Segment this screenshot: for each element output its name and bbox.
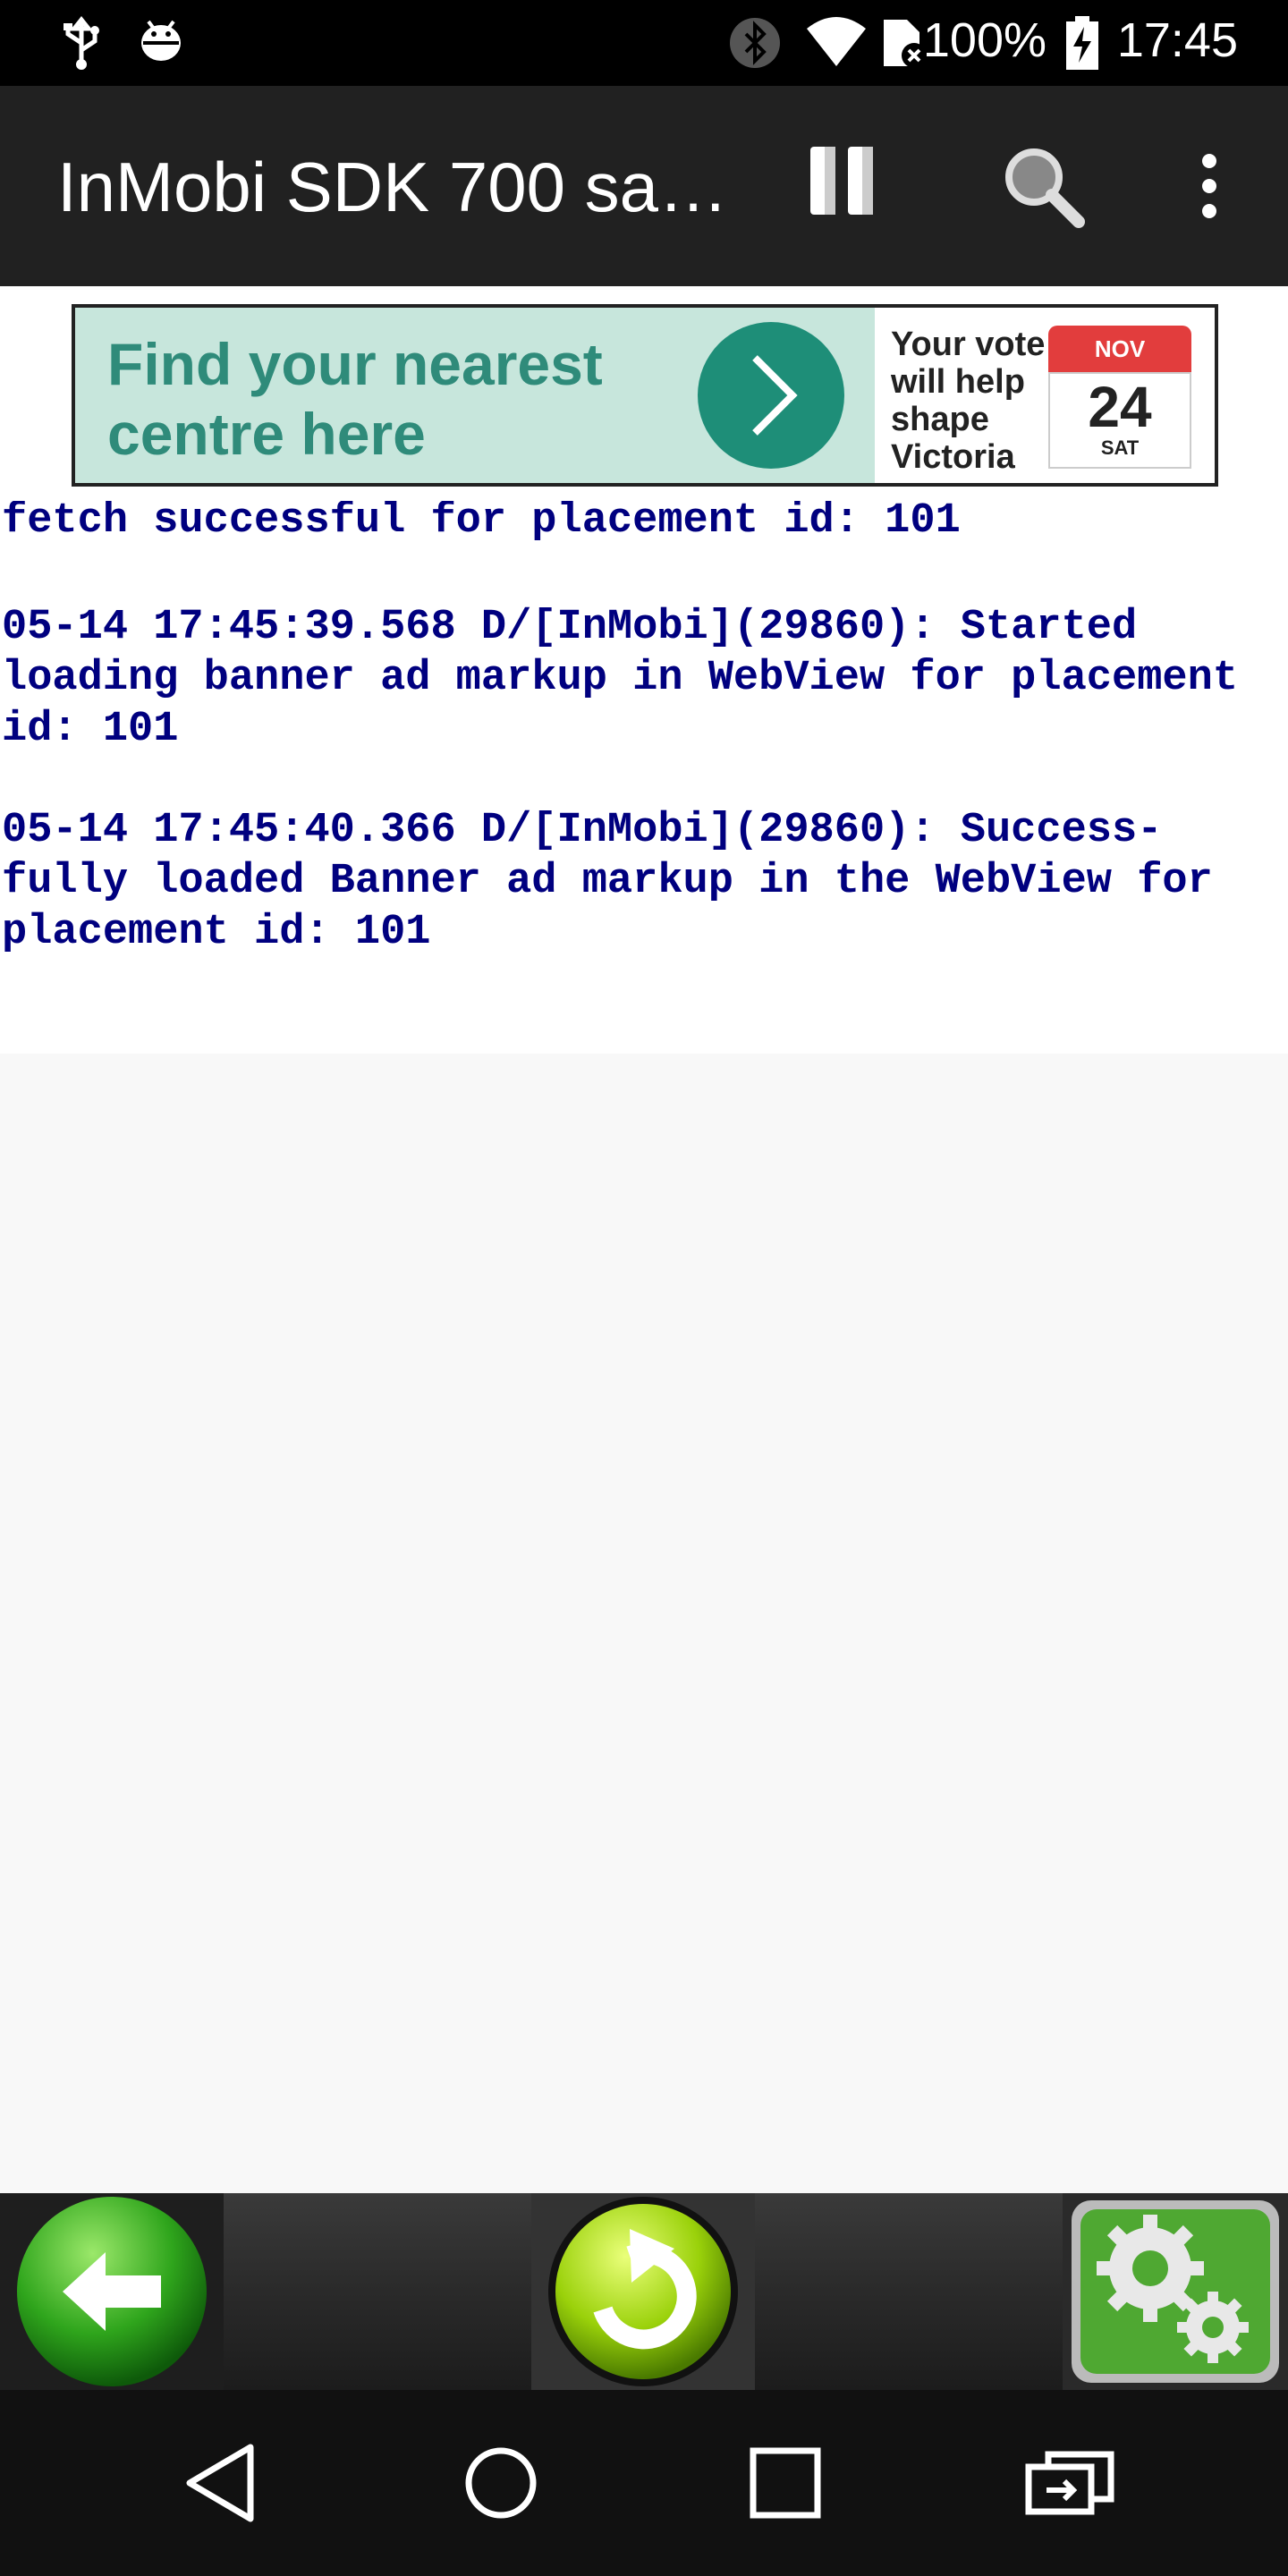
refresh-icon [548,2197,738,2386]
refresh-button[interactable] [531,2193,755,2390]
overflow-menu-icon[interactable] [1193,154,1225,223]
calendar-body: 24 SAT [1048,372,1191,469]
calendar-weekday: SAT [1100,436,1140,459]
ad-headline-line2: centre here [107,401,426,467]
app-title: InMobi SDK 700 sa… [57,148,729,226]
log-entry: 05-14 17:45:39.568 D/[InMobi](29860): St… [2,604,1239,753]
vote-line: will help [891,363,1025,401]
system-nav-bar [0,2390,1288,2576]
settings-gears-icon [1072,2200,1279,2383]
screen-rotate-icon[interactable] [1021,2440,1120,2530]
nav-back-icon[interactable] [179,2440,265,2530]
log-entry: fetch successful for placement id: 101 [2,501,961,545]
battery-percentage: 100% [922,13,1046,67]
bottom-toolbar [0,2193,1288,2390]
calendar-icon: NOV 24 SAT [1048,326,1191,469]
status-bar: 100% 17:45 [0,0,1288,86]
nav-home-icon[interactable] [458,2440,544,2530]
pause-icon[interactable] [807,143,878,223]
calendar-day: 24 [1088,375,1152,439]
ad-container: Find your nearest centre here Your vote … [0,286,1288,501]
calendar-month: NOV [1048,326,1191,372]
android-debug-icon [136,16,186,71]
toolbar-spacer [755,2193,1063,2390]
settings-button[interactable] [1063,2193,1288,2390]
log-entry: 05-14 17:45:40.366 D/[InMobi](29860): Su… [2,807,1213,956]
vote-line: Your vote [891,326,1046,363]
clock: 17:45 [1116,13,1238,67]
app-bar: InMobi SDK 700 sa… [0,86,1288,286]
ad-headline-line1: Find your nearest [107,331,603,397]
log-output[interactable]: fetch successful for placement id: 101 0… [0,501,1288,1054]
ad-arrow-button[interactable] [698,322,844,469]
ad-headline: Find your nearest centre here [107,329,603,469]
vote-line: shape [891,401,989,438]
back-button[interactable] [0,2193,224,2390]
ad-vote-panel: Your vote will help shape Victoria NOV 2… [875,308,1215,483]
usb-icon [59,15,104,74]
wifi-icon [805,16,868,74]
nav-recents-icon[interactable] [742,2440,828,2530]
toolbar-spacer [224,2193,531,2390]
battery-charging-icon [1064,16,1100,74]
ad-vote-text: Your vote will help shape Victoria [891,326,1045,476]
search-icon[interactable] [1000,143,1086,233]
back-arrow-icon [17,2197,207,2386]
banner-ad[interactable]: Find your nearest centre here Your vote … [72,304,1218,487]
chevron-right-icon [752,355,798,436]
vote-line: Victoria [891,438,1015,476]
bluetooth-icon [728,16,782,74]
